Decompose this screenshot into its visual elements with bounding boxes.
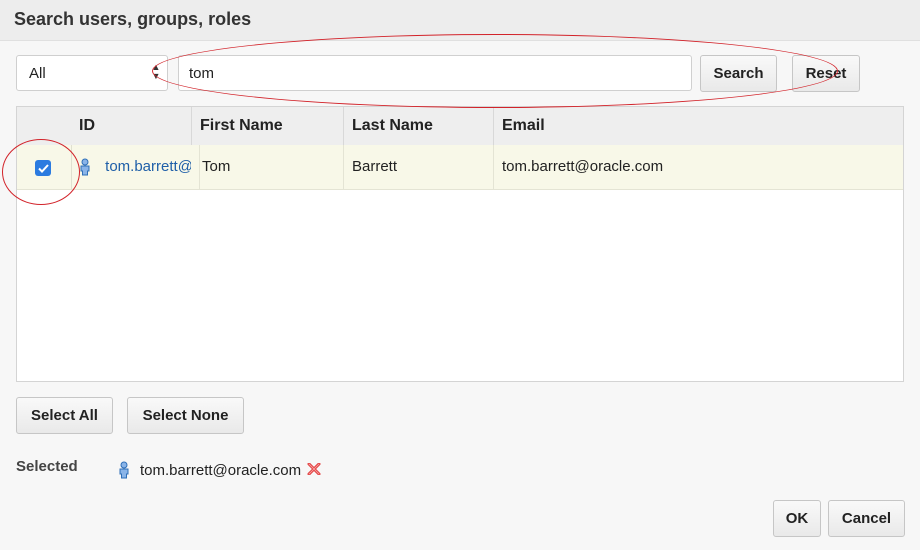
row-first-name: Tom (202, 158, 231, 175)
row-last-name: Barrett (352, 158, 398, 175)
check-icon (37, 163, 49, 173)
row-checkbox[interactable] (35, 160, 51, 176)
scope-select[interactable]: All ▲ ▼ (16, 55, 168, 91)
select-none-button[interactable]: Select None (127, 397, 244, 434)
select-all-button[interactable]: Select All (16, 397, 113, 434)
table-header: ID First Name Last Name Email (17, 107, 903, 146)
remove-icon[interactable] (307, 462, 321, 479)
row-email-cell: tom.barrett@oracle.com (493, 145, 903, 189)
column-header-first-name[interactable]: First Name (191, 107, 343, 145)
search-button[interactable]: Search (700, 55, 777, 92)
results-table: ID First Name Last Name Email tom.barret… (16, 106, 904, 382)
column-header-email[interactable]: Email (493, 107, 903, 145)
dialog-title: Search users, groups, roles (14, 9, 252, 29)
column-header-id[interactable]: ID (71, 107, 191, 145)
user-icon (119, 461, 129, 479)
scope-select-value: All (29, 65, 46, 82)
ok-button[interactable]: OK (773, 500, 821, 537)
selected-item-label: tom.barrett@oracle.com (140, 461, 302, 479)
row-email: tom.barrett@oracle.com (502, 158, 664, 175)
selected-label: Selected (16, 458, 78, 475)
search-dialog: Search users, groups, roles All ▲▼ Searc… (0, 0, 920, 550)
selected-item: tom.barrett@oracle.com (118, 459, 321, 481)
column-header-last-name[interactable]: Last Name (343, 107, 493, 145)
cancel-button[interactable]: Cancel (828, 500, 905, 537)
row-first-name-cell: Tom (199, 145, 343, 189)
row-id-link[interactable]: tom.barrett@ (105, 158, 191, 175)
search-input[interactable] (178, 55, 692, 91)
reset-button[interactable]: Reset (792, 55, 860, 92)
row-checkbox-cell (17, 145, 72, 189)
dialog-title-bar: Search users, groups, roles (0, 0, 920, 41)
table-row[interactable]: tom.barrett@ Tom Barrett tom.barrett@ora… (17, 145, 903, 190)
user-icon (80, 158, 90, 176)
up-down-arrows-icon: ▲ ▼ (151, 62, 161, 81)
row-last-name-cell: Barrett (343, 145, 493, 189)
row-id-cell[interactable]: tom.barrett@ (79, 145, 191, 189)
